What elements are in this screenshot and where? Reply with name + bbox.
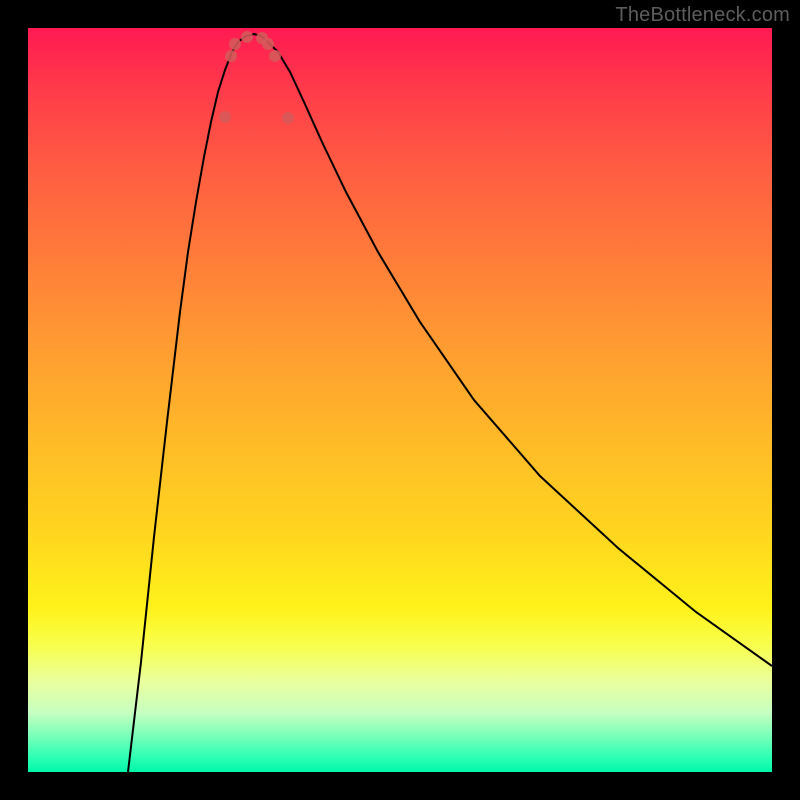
curve-marker bbox=[225, 50, 237, 62]
curve-marker bbox=[229, 38, 241, 50]
curve-marker bbox=[269, 50, 281, 62]
curve-markers bbox=[219, 31, 294, 124]
curve-left-branch bbox=[128, 42, 238, 772]
curve-marker bbox=[219, 111, 231, 123]
watermark-text: TheBottleneck.com bbox=[615, 4, 790, 27]
bottleneck-curve bbox=[28, 28, 772, 772]
chart-plot-area bbox=[28, 28, 772, 772]
curve-right-branch bbox=[268, 42, 772, 666]
curve-marker bbox=[241, 31, 253, 43]
curve-marker bbox=[282, 112, 294, 124]
curve-marker bbox=[262, 38, 274, 50]
